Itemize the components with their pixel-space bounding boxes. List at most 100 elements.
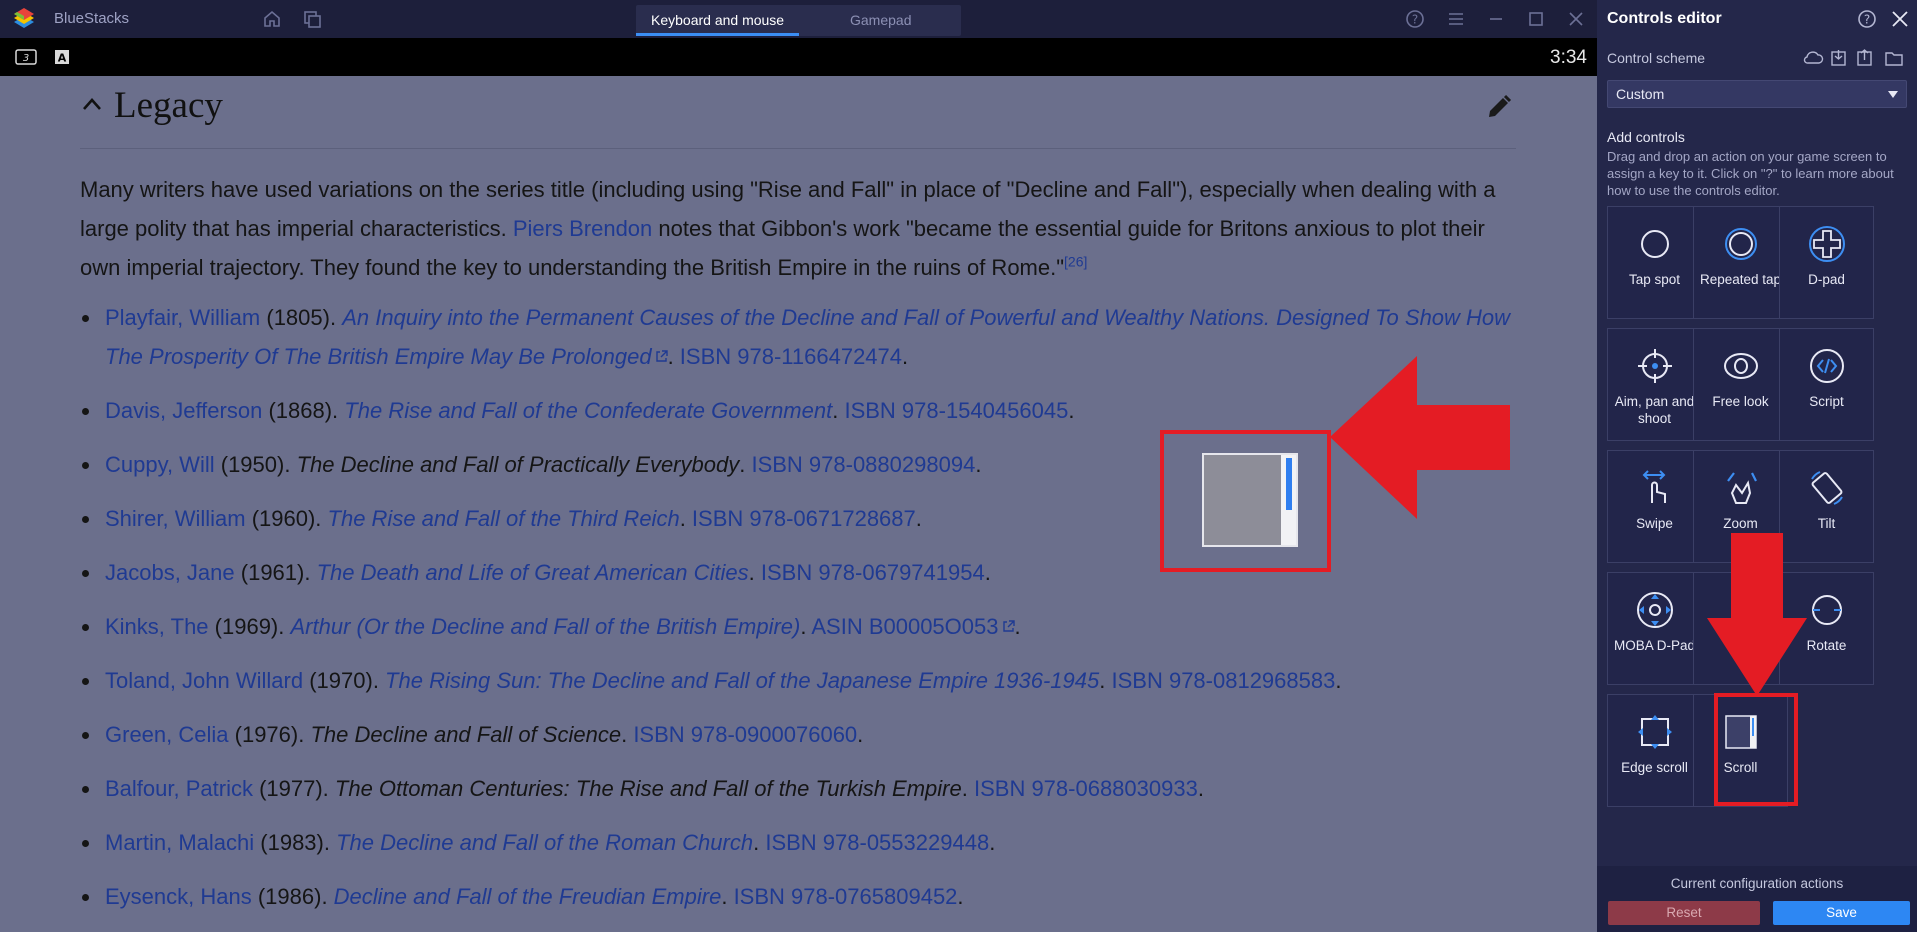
- reference-author-link[interactable]: Jacobs, Jane: [105, 560, 235, 585]
- reference-identifier-link[interactable]: ISBN 978-0679741954: [761, 560, 985, 585]
- control-tile-tap-spot[interactable]: Tap spot: [1607, 206, 1702, 319]
- menu-icon[interactable]: [1446, 9, 1466, 29]
- reference-author-link[interactable]: Balfour, Patrick: [105, 776, 253, 801]
- close-icon[interactable]: [1891, 10, 1909, 28]
- reference-title[interactable]: The Rise and Fall of the Confederate Gov…: [344, 398, 832, 423]
- control-tile-label: Edge scroll: [1621, 760, 1688, 775]
- reference-title[interactable]: Decline and Fall of the Freudian Empire: [334, 884, 722, 909]
- export-icon[interactable]: [1857, 49, 1872, 66]
- reference-identifier-link[interactable]: ISBN 978-1540456045: [844, 398, 1068, 423]
- save-button[interactable]: Save: [1773, 901, 1910, 925]
- reference-title[interactable]: The Rising Sun: The Decline and Fall of …: [385, 668, 1099, 693]
- reference-identifier-link[interactable]: ISBN 978-0880298094: [751, 452, 975, 477]
- control-scheme-select[interactable]: Custom: [1607, 80, 1907, 108]
- reference-title[interactable]: The Decline and Fall of the Roman Church: [336, 830, 753, 855]
- reference-item: Martin, Malachi (1983). The Decline and …: [80, 823, 1540, 862]
- reference-author-link[interactable]: Eysenck, Hans: [105, 884, 252, 909]
- separator: .: [975, 452, 982, 477]
- control-tile-aim-pan-and-shoot[interactable]: Aim, pan and shoot: [1607, 328, 1702, 441]
- moba-dpad-icon: [1637, 592, 1673, 628]
- separator: .: [1068, 398, 1075, 423]
- tilt-icon: [1811, 471, 1843, 505]
- control-tile-d-pad[interactable]: D-pad: [1779, 206, 1874, 319]
- reference-identifier-link[interactable]: ASIN B00005O053: [811, 614, 998, 639]
- reference-title[interactable]: The Rise and Fall of the Third Reich: [328, 506, 680, 531]
- control-tile-script[interactable]: Script: [1779, 328, 1874, 441]
- control-tile-repeated-tap[interactable]: Repeated tap: [1693, 206, 1788, 319]
- reference-author-link[interactable]: Kinks, The: [105, 614, 209, 639]
- reference-identifier-link[interactable]: ISBN 978-1166472474: [680, 344, 902, 369]
- control-tile-label: Tilt: [1817, 516, 1836, 531]
- reference-item: Kinks, The (1969). Arthur (Or the Declin…: [80, 607, 1540, 646]
- game-screen[interactable]: Legacy Many writers have used variations…: [0, 76, 1597, 932]
- edit-pencil-icon[interactable]: [1484, 92, 1514, 122]
- reference-identifier-link[interactable]: ISBN 978-0671728687: [692, 506, 916, 531]
- separator: .: [857, 722, 864, 747]
- reference-identifier-link[interactable]: ISBN 978-0812968583: [1112, 668, 1336, 693]
- tab-keyboard-mouse[interactable]: Keyboard and mouse: [651, 12, 784, 28]
- edge-scroll-icon: [1638, 715, 1672, 749]
- control-scheme-value: Custom: [1616, 86, 1665, 102]
- separator: .: [984, 560, 991, 585]
- reference-author-link[interactable]: Toland, John Willard: [105, 668, 303, 693]
- reference-author-link[interactable]: Playfair, William: [105, 305, 260, 330]
- app-name: BlueStacks: [54, 10, 130, 27]
- section-divider: [80, 148, 1516, 149]
- crosshair-icon: [1638, 349, 1672, 383]
- tab-gamepad[interactable]: Gamepad: [850, 12, 911, 28]
- piers-brendon-link[interactable]: Piers Brendon: [513, 216, 652, 241]
- citation-link[interactable]: [26]: [1064, 254, 1087, 270]
- bluestacks-logo-icon: [14, 8, 34, 28]
- mode-tabs: Keyboard and mouse Gamepad: [636, 5, 961, 36]
- reference-year: (1805).: [260, 305, 343, 330]
- reference-author-link[interactable]: Davis, Jefferson: [105, 398, 262, 423]
- external-link-icon: [655, 350, 668, 362]
- control-tile-label: Zoom: [1723, 516, 1758, 531]
- tap-spot-icon: [1641, 230, 1669, 258]
- control-scheme-label: Control scheme: [1607, 50, 1706, 66]
- reference-identifier-link[interactable]: ISBN 978-0688030933: [974, 776, 1198, 801]
- reference-identifier-link[interactable]: ISBN 978-0553229448: [765, 830, 989, 855]
- separator: .: [748, 560, 761, 585]
- legacy-paragraph: Many writers have used variations on the…: [80, 170, 1530, 287]
- separator: .: [667, 344, 680, 369]
- control-tile-swipe[interactable]: Swipe: [1607, 450, 1702, 563]
- reference-author-link[interactable]: Cuppy, Will: [105, 452, 215, 477]
- reference-title[interactable]: The Death and Life of Great American Cit…: [317, 560, 749, 585]
- svg-text:A: A: [58, 52, 67, 65]
- control-tile-label: Free look: [1712, 394, 1769, 409]
- separator: .: [902, 344, 909, 369]
- control-tile-free-look[interactable]: Free look: [1693, 328, 1788, 441]
- close-window-icon[interactable]: [1566, 9, 1586, 29]
- collapse-chevron-icon[interactable]: [80, 94, 104, 114]
- separator: .: [1335, 668, 1342, 693]
- reference-year: (1977).: [252, 776, 335, 801]
- import-icon[interactable]: [1831, 50, 1846, 66]
- scroll-thumb: [1286, 458, 1292, 510]
- cloud-sync-icon[interactable]: [1803, 51, 1824, 64]
- reference-item: Green, Celia (1976). The Decline and Fal…: [80, 715, 1540, 754]
- reset-button[interactable]: Reset: [1608, 901, 1760, 925]
- help-icon[interactable]: ?: [1405, 9, 1425, 29]
- control-tile-edge-scroll[interactable]: Edge scroll: [1607, 694, 1702, 807]
- multi-instance-icon[interactable]: [302, 9, 322, 29]
- reference-item: Toland, John Willard (1970). The Rising …: [80, 661, 1540, 700]
- control-tile-moba-d-pad[interactable]: MOBA D-Pad: [1607, 572, 1702, 685]
- reference-author-link[interactable]: Green, Celia: [105, 722, 229, 747]
- reference-author-link[interactable]: Martin, Malachi: [105, 830, 254, 855]
- separator: .: [957, 884, 964, 909]
- folder-icon[interactable]: [1885, 52, 1903, 66]
- help-icon[interactable]: ?: [1857, 9, 1877, 29]
- separator: .: [989, 830, 996, 855]
- home-icon[interactable]: [262, 9, 282, 29]
- maximize-icon[interactable]: [1526, 9, 1546, 29]
- separator: .: [679, 506, 692, 531]
- placed-scroll-control[interactable]: [1202, 453, 1298, 547]
- reference-identifier-link[interactable]: ISBN 978-0765809452: [734, 884, 958, 909]
- reference-item: Balfour, Patrick (1977). The Ottoman Cen…: [80, 769, 1540, 808]
- reference-title[interactable]: Arthur (Or the Decline and Fall of the B…: [290, 614, 800, 639]
- reference-author-link[interactable]: Shirer, William: [105, 506, 246, 531]
- panel-title: Controls editor: [1607, 10, 1722, 27]
- minimize-icon[interactable]: [1486, 9, 1506, 29]
- reference-identifier-link[interactable]: ISBN 978-0900076060: [633, 722, 857, 747]
